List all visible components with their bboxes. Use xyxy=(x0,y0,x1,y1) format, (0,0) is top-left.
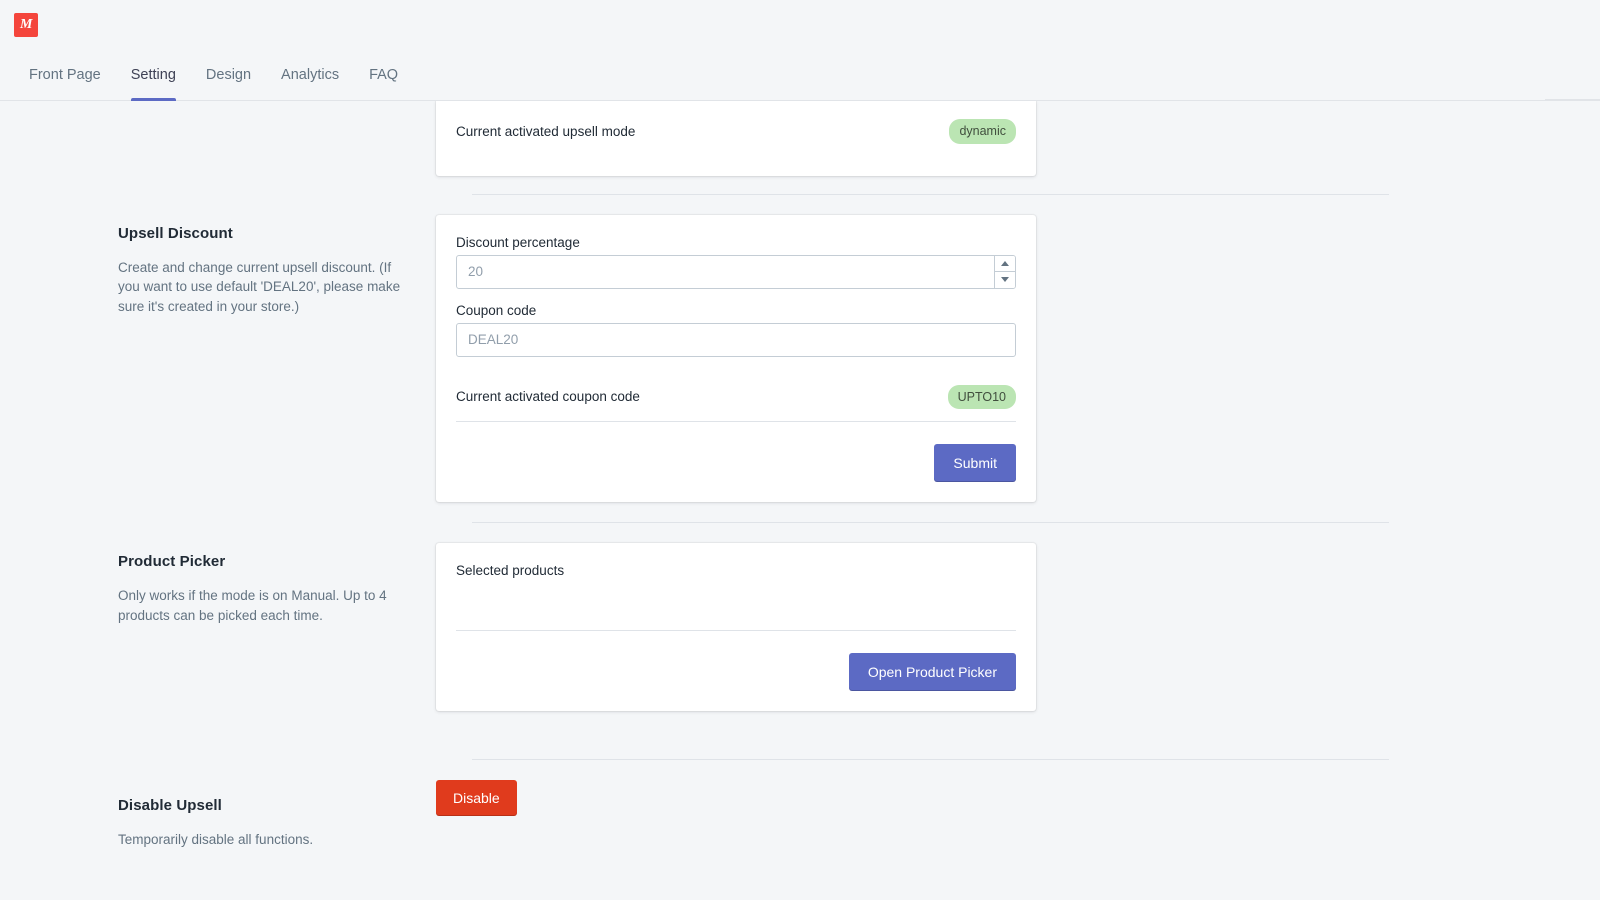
stepper-decrement-button[interactable] xyxy=(995,271,1015,288)
current-upsell-mode-row: Current activated upsell mode dynamic xyxy=(456,101,1016,156)
tab-front-page[interactable]: Front Page xyxy=(14,49,116,100)
tab-design-label: Design xyxy=(205,66,252,83)
tab-setting-label: Setting xyxy=(130,66,176,83)
top-bar: M xyxy=(0,0,1600,49)
current-coupon-code-badge: UPTO10 xyxy=(947,384,1016,409)
current-coupon-code-row: Current activated coupon code UPTO10 xyxy=(456,371,1016,422)
section-upsell-mode: Current activated upsell mode dynamic xyxy=(118,101,1390,194)
coupon-code-input-wrap[interactable] xyxy=(456,322,1016,357)
section-upsell-mode-body: Current activated upsell mode dynamic xyxy=(436,101,1390,176)
disable-button[interactable]: Disable xyxy=(436,780,517,816)
coupon-code-input[interactable] xyxy=(457,323,1015,356)
tab-faq[interactable]: FAQ xyxy=(354,49,413,100)
product-picker-title: Product Picker xyxy=(118,553,226,570)
discount-percentage-stepper[interactable] xyxy=(994,255,1015,288)
upsell-discount-label-column: Upsell Discount Create and change curren… xyxy=(118,215,436,318)
upsell-discount-card: Discount percentage 20 Coupon code DEAL2… xyxy=(436,214,1036,502)
main-navigation: Front Page Setting Design Analytics FAQ xyxy=(0,49,1600,101)
discount-percentage-input-wrap[interactable] xyxy=(456,254,1016,289)
product-picker-actions: Open Product Picker xyxy=(456,631,1016,691)
upsell-discount-description: Create and change current upsell discoun… xyxy=(118,259,401,315)
section-product-picker: Product Picker Only works if the mode is… xyxy=(118,523,1390,731)
section-disable-upsell: Disable Upsell Temporarily disable all f… xyxy=(118,760,1390,850)
disable-upsell-label-column: Disable Upsell Temporarily disable all f… xyxy=(118,780,436,850)
coupon-code-field-group: Coupon code xyxy=(456,303,1016,357)
scrollbar-gutter[interactable] xyxy=(1545,49,1600,100)
upsell-mode-card: Current activated upsell mode dynamic xyxy=(436,101,1036,176)
discount-percentage-input[interactable] xyxy=(457,255,994,288)
tab-faq-label: FAQ xyxy=(369,66,399,83)
disable-upsell-body: Disable xyxy=(436,780,1390,816)
submit-button[interactable]: Submit xyxy=(934,444,1016,482)
upsell-discount-title: Upsell Discount xyxy=(118,224,233,242)
disable-upsell-title: Disable Upsell xyxy=(118,797,222,814)
current-coupon-code-label: Current activated coupon code xyxy=(456,389,640,405)
coupon-code-label: Coupon code xyxy=(456,302,537,318)
section-upsell-discount: Upsell Discount Create and change curren… xyxy=(118,195,1390,523)
selected-products-list xyxy=(456,592,1016,618)
disable-upsell-description: Temporarily disable all functions. xyxy=(118,832,314,847)
tab-front-page-label: Front Page xyxy=(29,66,101,83)
open-product-picker-button[interactable]: Open Product Picker xyxy=(848,653,1016,691)
current-upsell-mode-label: Current activated upsell mode xyxy=(456,123,636,139)
app-logo-letter: M xyxy=(20,16,32,32)
tab-setting[interactable]: Setting xyxy=(116,49,191,101)
tab-design[interactable]: Design xyxy=(191,49,266,100)
upsell-discount-body: Discount percentage 20 Coupon code DEAL2… xyxy=(436,214,1390,502)
app-logo-icon[interactable]: M xyxy=(14,12,38,37)
section-upsell-mode-label xyxy=(118,101,436,111)
product-picker-body: Selected products Open Product Picker xyxy=(436,543,1390,711)
chevron-down-icon xyxy=(1001,277,1009,282)
discount-percentage-label: Discount percentage xyxy=(456,234,580,250)
tab-analytics[interactable]: Analytics xyxy=(266,49,354,100)
settings-page: Current activated upsell mode dynamic Up… xyxy=(0,101,1600,900)
settings-content: Current activated upsell mode dynamic Up… xyxy=(118,101,1390,850)
product-picker-label-column: Product Picker Only works if the mode is… xyxy=(118,543,436,626)
discount-percentage-field-group: Discount percentage xyxy=(456,235,1016,289)
current-upsell-mode-badge: dynamic xyxy=(949,119,1016,144)
upsell-discount-actions: Submit xyxy=(456,422,1016,482)
selected-products-label: Selected products xyxy=(456,563,565,578)
tab-analytics-label: Analytics xyxy=(281,66,340,83)
product-picker-description: Only works if the mode is on Manual. Up … xyxy=(118,588,387,623)
chevron-up-icon xyxy=(1001,260,1009,266)
stepper-increment-button[interactable] xyxy=(995,255,1015,272)
product-picker-card: Selected products Open Product Picker xyxy=(436,543,1036,711)
